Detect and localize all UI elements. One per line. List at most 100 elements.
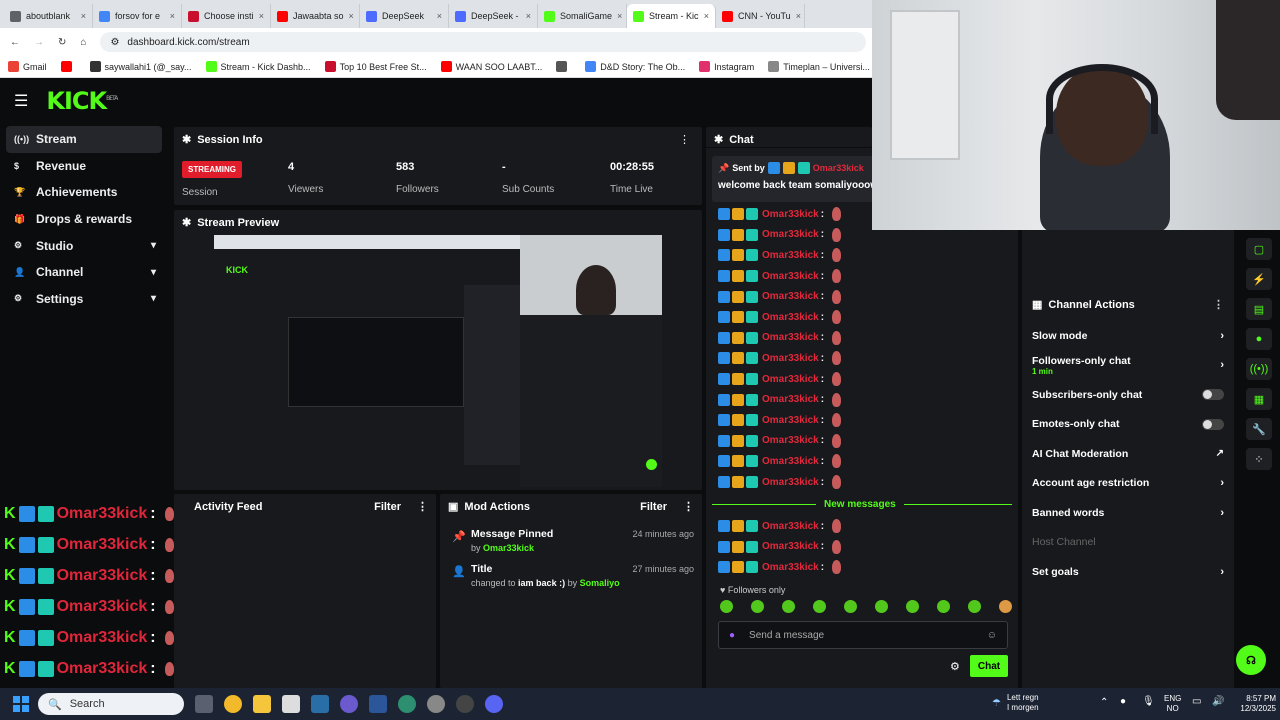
sidebar-item-stream[interactable]: ((•)) Stream [6,126,162,153]
chevron-right-icon[interactable]: › [1220,507,1224,519]
chat-username[interactable]: Omar33kick [762,291,819,302]
channel-action-emotes-only-chat[interactable]: Emotes-only chat [1022,410,1234,440]
chat-username[interactable]: Omar33kick [762,353,819,364]
site-info-icon[interactable]: ⚙ [110,37,119,48]
lang-line2[interactable]: NO [1164,704,1181,714]
bookmark-item[interactable]: Top 10 Best Free St... [324,61,427,72]
toggle-switch[interactable] [1202,389,1224,401]
bookmark-item[interactable]: Stream - Kick Dashb... [205,61,311,72]
bookmark-item[interactable]: WAAN SOO LAABT... [440,61,542,72]
emote-icon[interactable] [906,600,919,613]
activity-filter-button[interactable]: Filter [374,501,401,513]
file-icon[interactable]: ▤ [1246,298,1272,320]
chat-username[interactable]: Omar33kick [762,562,819,573]
volume-icon[interactable]: 🔊 [1212,696,1224,707]
lang-line1[interactable]: ENG [1164,694,1181,704]
channel-action-banned-words[interactable]: Banned words › [1022,498,1234,528]
chat-username[interactable]: Omar33kick [762,229,819,240]
more-icon[interactable]: ⋮ [683,500,694,513]
close-tab-icon[interactable]: × [170,11,175,21]
pinned-user[interactable]: Omar33kick [813,163,864,173]
bookmark-item[interactable]: saywallahi1 (@_say... [89,61,192,72]
sidebar-item-channel[interactable]: 👤 Channel ▾ [0,259,162,286]
emote-icon[interactable] [968,600,981,613]
more-icon[interactable]: ⋮ [679,133,690,146]
send-chat-button[interactable]: Chat [970,655,1008,677]
browser-tab[interactable]: CNN - YouTu × [716,4,805,28]
more-icon[interactable]: ⋮ [417,500,428,513]
external-link-icon[interactable]: ↗ [1216,448,1224,459]
sidebar-item-achievements[interactable]: 🏆 Achievements [0,179,162,206]
browser-tab[interactable]: Jawaabta so × [271,4,360,28]
forward-icon[interactable]: → [34,37,44,48]
obs-icon[interactable] [340,695,358,713]
chat-username[interactable]: Omar33kick [762,394,819,405]
bookmark-item[interactable]: Gmail [8,61,47,72]
mod-action-user[interactable]: Omar33kick [483,543,534,553]
emote-icon[interactable] [720,600,733,613]
chat-username[interactable]: Omar33kick [762,456,819,467]
chat-username[interactable]: Omar33kick [762,209,819,220]
chat-input[interactable]: ● Send a message ☺ [718,621,1008,649]
more-icon[interactable]: ⋮ [1213,298,1224,311]
sidebar-item-studio[interactable]: ⚙ Studio ▾ [0,232,162,259]
task-view-icon[interactable] [195,695,213,713]
new-messages-divider[interactable]: New messages [816,499,904,510]
chevron-down-icon[interactable]: ▾ [151,267,156,278]
chat-username[interactable]: Omar33kick [762,541,819,552]
mic-icon[interactable]: ● [729,630,735,641]
channel-action-account-age-restriction[interactable]: Account age restriction › [1022,469,1234,499]
browser-tab[interactable]: Stream - Kic × [627,4,716,28]
chat-username[interactable]: Omar33kick [762,332,819,343]
close-tab-icon[interactable]: × [704,11,709,21]
chat-bubble-icon[interactable]: ● [1246,328,1272,350]
broadcast-icon[interactable]: ((•)) [1246,358,1272,380]
taskbar-search[interactable]: 🔍 Search [38,693,184,715]
display-icon[interactable]: ▭ [1192,696,1201,707]
layout-icon[interactable]: ▦ [1246,388,1272,410]
chevron-right-icon[interactable]: › [1220,330,1224,342]
chevron-right-icon[interactable]: › [1220,359,1224,371]
channel-action-subscribers-only-chat[interactable]: Subscribers-only chat [1022,380,1234,410]
recording-app-icon[interactable] [456,695,474,713]
emote-icon[interactable] [844,600,857,613]
weather-icon[interactable]: ☂ [992,698,1001,709]
support-chat-icon[interactable]: ☊ [1236,645,1266,675]
chrome-icon[interactable] [224,695,242,713]
browser-tab[interactable]: aboutblank × [4,4,93,28]
emote-icon[interactable] [813,600,826,613]
emoji-icon[interactable]: ☺ [987,630,997,641]
file-icon[interactable] [282,695,300,713]
sidebar-item-drops[interactable]: 🎁 Drops & rewards [0,206,162,233]
steam-icon[interactable] [311,695,329,713]
clock-date[interactable]: 12/3/2025 [1230,704,1276,714]
chat-settings-icon[interactable]: ⚙ [950,660,960,673]
chat-username[interactable]: Omar33kick [762,435,819,446]
chat-username[interactable]: Omar33kick [762,521,819,532]
menu-icon[interactable]: ☰ [14,91,28,111]
channel-action-slow-mode[interactable]: Slow mode › [1022,321,1234,351]
chevron-right-icon[interactable]: › [1220,477,1224,489]
dots-icon[interactable]: ⁘ [1246,448,1272,470]
mod-action-user[interactable]: Somaliyo [580,578,620,588]
back-icon[interactable]: ← [10,37,20,48]
chat-username[interactable]: Omar33kick [762,250,819,261]
lightning-icon[interactable]: ⚡ [1246,268,1272,290]
close-tab-icon[interactable]: × [81,11,86,21]
bookmark-item[interactable]: Instagram [699,61,754,72]
emote-icon[interactable] [937,600,950,613]
browser-tab[interactable]: DeepSeek × [360,4,449,28]
mic-icon[interactable]: 🎙 [1142,696,1155,707]
bookmark-item[interactable]: D&D Story: The Ob... [585,61,685,72]
close-tab-icon[interactable]: × [259,11,264,21]
emote-icon[interactable] [782,600,795,613]
chat-username[interactable]: Omar33kick [762,415,819,426]
sidebar-item-revenue[interactable]: $ Revenue [0,153,162,180]
file-explorer-icon[interactable] [253,695,271,713]
clock-time[interactable]: 8:57 PM [1230,694,1276,704]
browser-tab[interactable]: Choose insti × [182,4,271,28]
mod-filter-button[interactable]: Filter [640,501,667,513]
toggle-switch[interactable] [1202,418,1224,430]
home-icon[interactable]: ⌂ [80,37,86,48]
chevron-down-icon[interactable]: ▾ [151,240,156,251]
